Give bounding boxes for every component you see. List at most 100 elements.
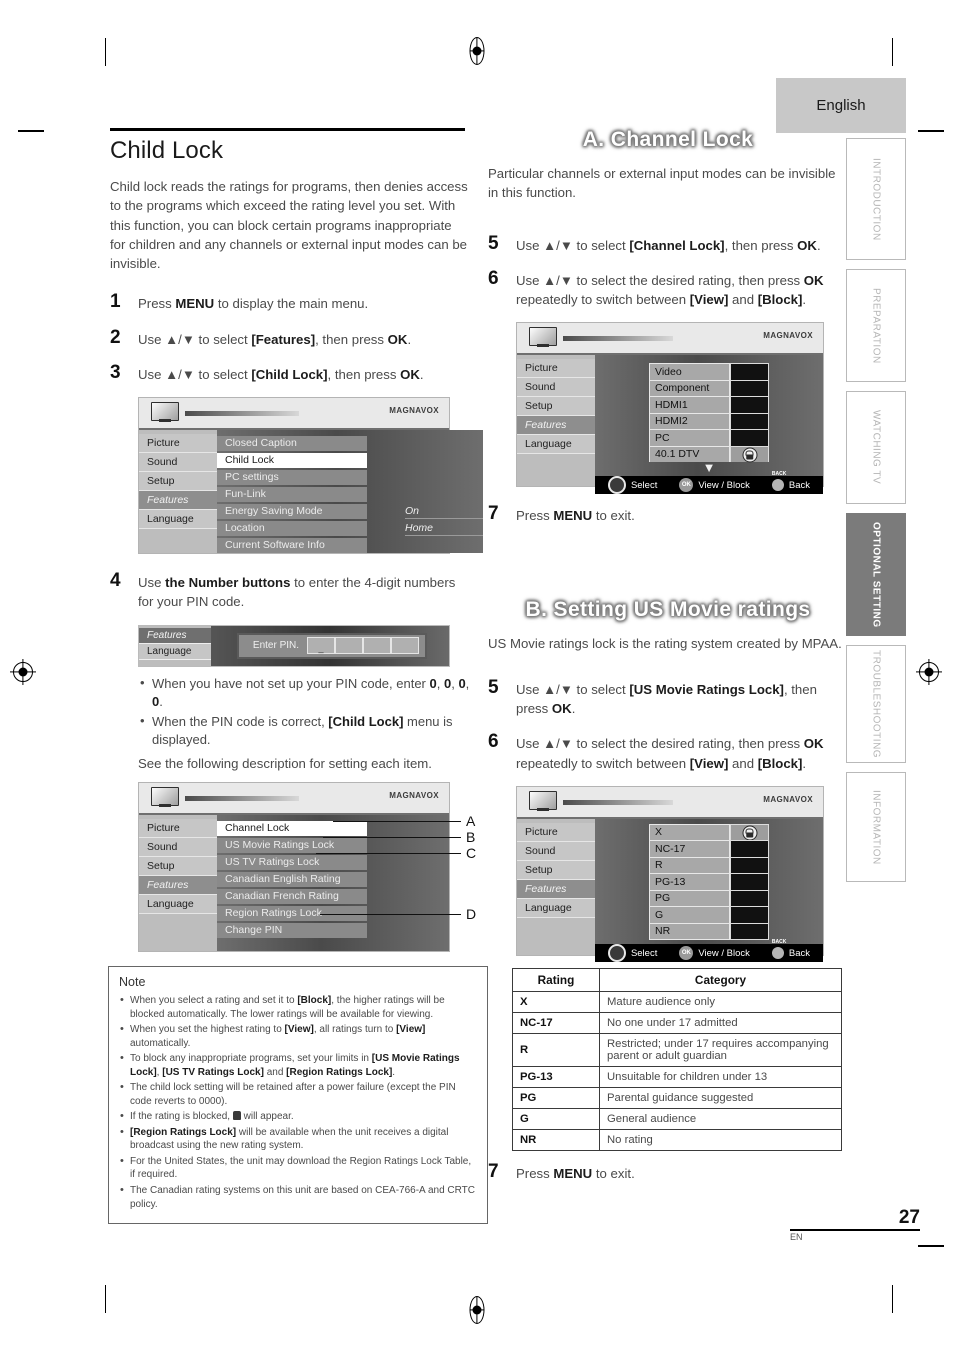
sidebar-tab-optional-setting[interactable]: OPTIONAL SETTING [846,513,906,636]
osd-child-lock-menu: MAGNAVOX Picture Sound Setup Features La… [138,781,450,952]
rating-state-box[interactable] [730,856,769,874]
osd-row-energy-saving-mode[interactable]: Energy Saving Mode On [217,504,483,520]
rating-row-g[interactable]: G [649,906,769,923]
rating-row-pg[interactable]: PG [649,889,769,907]
step-1: 1 Press MENU to display the main menu. [110,291,470,313]
crop-mark-tr-h [918,130,944,132]
channel-state-box[interactable] [730,412,769,430]
osd-category-sound[interactable]: Sound [517,378,595,398]
scroll-down-arrow-icon[interactable]: ▼ [703,461,716,474]
osd-category-features[interactable]: Features [139,627,211,644]
osd-category-language[interactable]: Language [139,894,217,914]
osd-category-setup[interactable]: Setup [139,856,217,876]
osd-category-language[interactable]: Language [139,643,211,660]
rating-row-x[interactable]: X [649,823,769,841]
osd-row-fun-link[interactable]: Fun-Link [217,487,483,503]
help-back[interactable]: BACK Back [771,471,810,492]
osd-row-closed-caption[interactable]: Closed Caption [217,436,483,452]
pin-digit-1[interactable]: _ [307,637,335,655]
table-row: G General audience [512,1107,842,1130]
osd-help-bar: Select OK View / Block BACK Back [595,471,823,495]
osd-category-features[interactable]: Features [517,416,595,436]
channel-state-box[interactable] [730,379,769,397]
pin-digit-cells: _ [307,637,419,655]
rating-row-nc-17[interactable]: NC-17 [649,840,769,857]
osd-category-setup[interactable]: Setup [517,397,595,417]
osd-row-label: Channel Lock [217,821,367,837]
osd-category-sound[interactable]: Sound [139,453,217,473]
help-view-block[interactable]: OK View / Block [679,946,750,961]
osd-category-features[interactable]: Features [517,879,595,899]
sidebar-tab-troubleshooting[interactable]: TROUBLESHOOTING [846,645,906,763]
section-b-intro: US Movie ratings lock is the rating syst… [488,635,842,651]
osd-row-child-lock[interactable]: Child Lock [217,453,483,469]
sidebar-tab-watching-tv[interactable]: WATCHING TV [846,391,906,504]
osd-row-us-tv-ratings-lock[interactable]: US TV Ratings Lock [217,855,449,871]
osd-category-picture[interactable]: Picture [139,434,217,454]
osd-category-features[interactable]: Features [139,875,217,895]
osd-row-pc-settings[interactable]: PC settings [217,470,483,486]
rating-state-box[interactable] [730,922,769,941]
osd-category-picture[interactable]: Picture [517,359,595,379]
osd-category-sound[interactable]: Sound [517,841,595,861]
help-back[interactable]: BACK Back [771,939,810,960]
channel-state-box[interactable] [730,445,769,463]
sidebar-tab-information[interactable]: INFORMATION [846,772,906,882]
step-text: Use ▲/▼ to select [Channel Lock], then p… [516,237,821,253]
section-tab-strip: INTRODUCTION PREPARATION WATCHING TV OPT… [846,138,906,891]
help-view-block[interactable]: OK View / Block [679,478,750,493]
pin-digit-2[interactable] [335,637,363,655]
osd-category-setup[interactable]: Setup [139,472,217,492]
rating-state-box[interactable] [730,840,769,857]
osd-row-location[interactable]: Location Home [217,521,483,537]
osd-category-picture[interactable]: Picture [517,822,595,842]
channel-row-component[interactable]: Component [649,379,769,397]
crop-mark-tr-v [892,38,894,66]
channel-state-box[interactable] [730,396,769,413]
osd-category-picture[interactable]: Picture [139,818,217,838]
osd-category-language[interactable]: Language [517,898,595,918]
rating-row-nr[interactable]: NR [649,922,769,941]
channel-row-pc[interactable]: PC [649,429,769,446]
osd-row-channel-lock[interactable]: Channel Lock [217,821,449,837]
osd-body: Picture Sound Setup Features Language Vi… [517,355,823,495]
osd-body: Picture Sound Setup Features Language X [517,818,823,963]
step-text: Press MENU to display the main menu. [138,296,369,312]
channel-state-box[interactable] [730,429,769,446]
sidebar-tab-introduction[interactable]: INTRODUCTION [846,138,906,260]
channel-state-box[interactable] [730,363,769,380]
channel-row-hdmi2[interactable]: HDMI2 [649,412,769,430]
rating-state-box[interactable] [730,906,769,923]
osd-category-language[interactable]: Language [517,435,595,455]
osd-category-list: Picture Sound Setup Features Language [517,818,595,955]
osd-category-features[interactable]: Features [139,491,217,511]
pin-digit-3[interactable] [363,637,391,655]
rating-row-r[interactable]: R [649,856,769,874]
osd-row-label: US TV Ratings Lock [217,855,367,871]
channel-row-video[interactable]: Video [649,363,769,380]
pin-entry-box[interactable]: Enter PIN. _ [237,632,427,659]
osd-row-us-movie-ratings-lock[interactable]: US Movie Ratings Lock [217,838,449,854]
osd-row-current-software-info[interactable]: Current Software Info [217,538,483,554]
ok-button-icon: OK [679,946,694,961]
osd-category-language[interactable]: Language [139,510,217,530]
osd-category-setup[interactable]: Setup [517,860,595,880]
sidebar-tab-preparation[interactable]: PREPARATION [846,269,906,382]
help-select[interactable]: Select [607,944,657,963]
rating-row-pg-13[interactable]: PG-13 [649,873,769,890]
right-column: A. Channel Lock Particular channels or e… [488,128,848,1196]
step-text: Use ▲/▼ to select the desired rating, th… [516,272,824,308]
osd-category-sound[interactable]: Sound [139,837,217,857]
osd-row-label: Fun-Link [217,487,367,503]
osd-row-change-pin[interactable]: Change PIN [217,923,449,939]
osd-row-canadian-french-rating[interactable]: Canadian French Rating [217,889,449,905]
pin-digit-4[interactable] [391,637,419,655]
channel-name: HDMI1 [649,396,730,413]
rating-state-box[interactable] [730,823,769,841]
osd-row-canadian-english-rating[interactable]: Canadian English Rating [217,872,449,888]
channel-row-hdmi1[interactable]: HDMI1 [649,396,769,413]
rating-state-box[interactable] [730,873,769,890]
cell-rating: NC-17 [512,1011,600,1034]
rating-state-box[interactable] [730,889,769,907]
help-select[interactable]: Select [607,476,657,495]
